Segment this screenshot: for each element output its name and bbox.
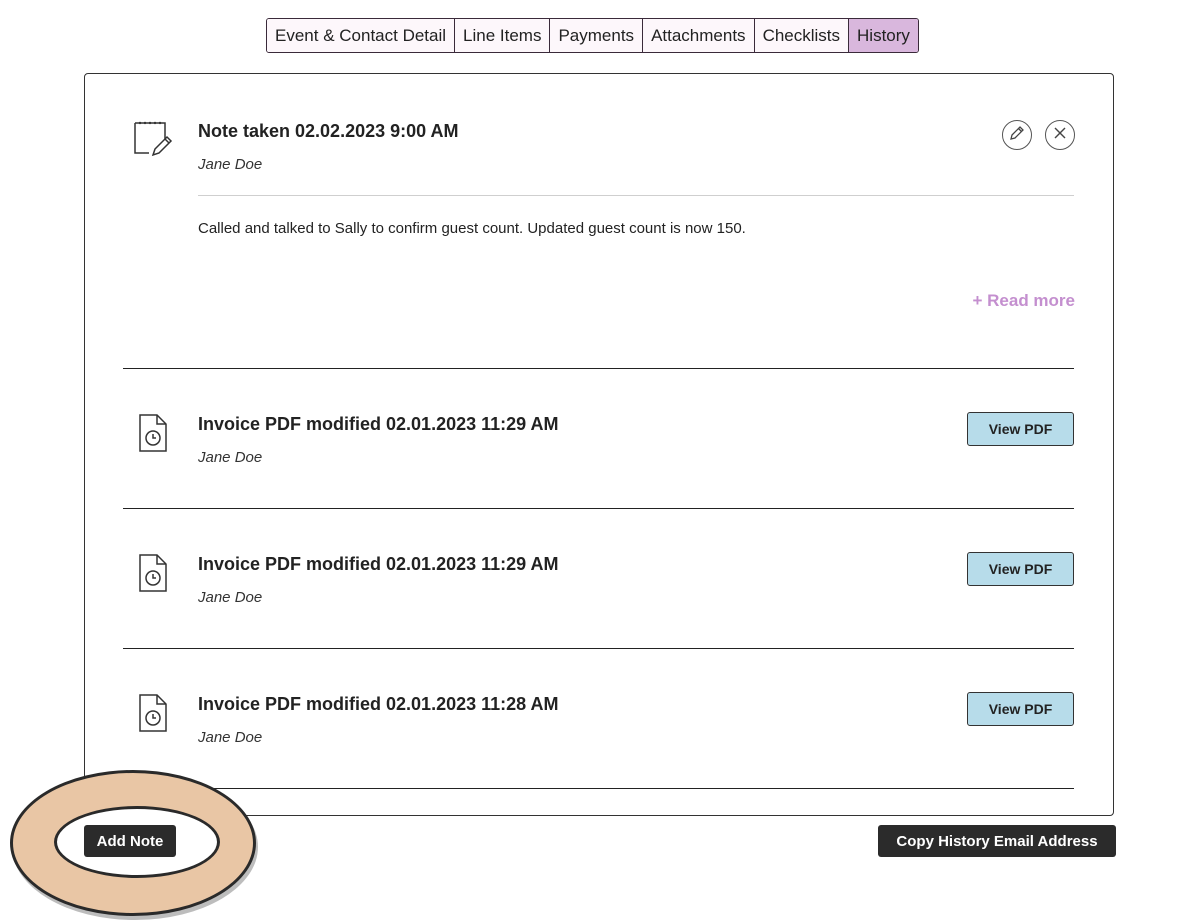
history-panel: Note taken 02.02.2023 9:00 AM Jane Doe C…	[84, 73, 1114, 816]
history-item: Invoice PDF modified 02.01.2023 11:29 AM…	[85, 369, 1113, 509]
history-item: Invoice PDF modified 02.01.2023 11:29 AM…	[85, 509, 1113, 649]
entry-divider	[123, 788, 1074, 789]
view-pdf-button[interactable]: View PDF	[967, 552, 1074, 586]
document-clock-icon	[137, 553, 169, 598]
document-clock-icon	[137, 693, 169, 738]
tab-bar: Event & Contact Detail Line Items Paymen…	[266, 18, 919, 53]
history-item-title: Invoice PDF modified 02.01.2023 11:29 AM	[198, 414, 559, 434]
edit-icon	[1009, 125, 1025, 146]
tab-event-contact-detail[interactable]: Event & Contact Detail	[267, 19, 456, 52]
read-more-link[interactable]: + Read more	[972, 291, 1075, 311]
history-item-title: Invoice PDF modified 02.01.2023 11:29 AM	[198, 554, 559, 574]
tab-checklists[interactable]: Checklists	[754, 19, 850, 52]
history-item: Invoice PDF modified 02.01.2023 11:28 AM…	[85, 649, 1113, 789]
note-title: Note taken 02.02.2023 9:00 AM	[198, 121, 459, 141]
history-item-title: Invoice PDF modified 02.01.2023 11:28 AM	[198, 694, 559, 714]
note-author: Jane Doe	[198, 156, 263, 173]
edit-note-button[interactable]	[1002, 120, 1032, 150]
tab-payments[interactable]: Payments	[550, 19, 644, 52]
tab-line-items[interactable]: Line Items	[455, 19, 551, 52]
note-entry: Note taken 02.02.2023 9:00 AM Jane Doe C…	[85, 74, 1113, 370]
view-pdf-button[interactable]: View PDF	[967, 692, 1074, 726]
note-divider	[198, 195, 1074, 196]
document-clock-icon	[137, 413, 169, 458]
tab-history[interactable]: History	[849, 19, 918, 52]
copy-history-email-button[interactable]: Copy History Email Address	[878, 825, 1116, 857]
notepad-pencil-icon	[131, 119, 173, 164]
history-item-author: Jane Doe	[198, 729, 263, 746]
tab-attachments[interactable]: Attachments	[643, 19, 755, 52]
history-item-author: Jane Doe	[198, 589, 263, 606]
delete-note-button[interactable]	[1045, 120, 1075, 150]
view-pdf-button[interactable]: View PDF	[967, 412, 1074, 446]
add-note-button[interactable]: Add Note	[84, 825, 176, 857]
note-body: Called and talked to Sally to confirm gu…	[198, 220, 746, 237]
history-item-author: Jane Doe	[198, 449, 263, 466]
close-icon	[1053, 126, 1067, 145]
